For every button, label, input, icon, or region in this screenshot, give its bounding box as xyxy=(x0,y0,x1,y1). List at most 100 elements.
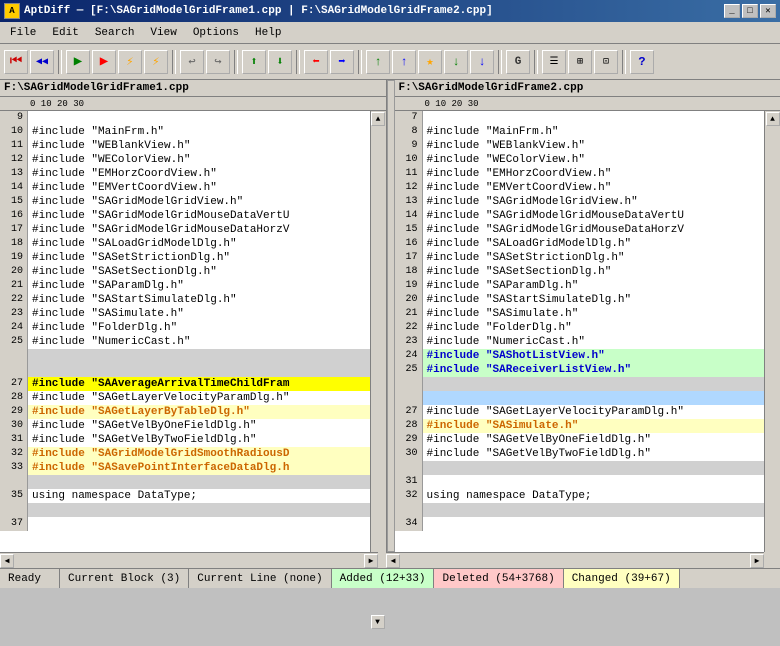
menu-help[interactable]: Help xyxy=(247,23,289,43)
table-row: 20#include "SASetSectionDlg.h" xyxy=(0,265,370,279)
line-content: #include "SAStartSimulateDlg.h" xyxy=(28,293,370,307)
scroll-up-btn[interactable]: ▲ xyxy=(371,112,385,126)
toolbar-btn-13[interactable]: ↑ xyxy=(366,50,390,74)
line-content: #include "SAStartSimulateDlg.h" xyxy=(423,293,765,307)
line-content: #include "SAGetLayerVelocityParamDlg.h" xyxy=(423,405,765,419)
toolbar-btn-6[interactable]: ⚡ xyxy=(144,50,168,74)
line-content: using namespace DataType; xyxy=(423,489,765,503)
line-content: #include "SAGetLayerVelocityParamDlg.h" xyxy=(28,391,370,405)
line-number: 29 xyxy=(0,405,28,419)
toolbar-btn-11[interactable]: ⬅ xyxy=(304,50,328,74)
status-block: Current Block (3) xyxy=(60,569,189,588)
line-content: #include "SALoadGridModelDlg.h" xyxy=(423,237,765,251)
line-content: #include "SASimulate.h" xyxy=(28,307,370,321)
toolbar-btn-17[interactable]: ↓ xyxy=(470,50,494,74)
table-row: 29#include "SAGetVelByOneFieldDlg.h" xyxy=(395,433,765,447)
line-number xyxy=(395,391,423,405)
menu-search[interactable]: Search xyxy=(87,23,143,43)
line-content: #include "SAGetVelByTwoFieldDlg.h" xyxy=(423,447,765,461)
table-row: 8#include "MainFrm.h" xyxy=(395,125,765,139)
line-content: #include "WEColorView.h" xyxy=(423,153,765,167)
panel-divider xyxy=(387,80,395,552)
right-vscroll[interactable]: ▲ xyxy=(764,111,780,552)
left-scroll-right-btn[interactable]: ▶ xyxy=(364,554,378,568)
toolbar-btn-7[interactable]: ↩ xyxy=(180,50,204,74)
line-number: 37 xyxy=(0,517,28,531)
status-deleted: Deleted (54+3768) xyxy=(434,569,563,588)
line-content xyxy=(28,363,370,377)
toolbar-btn-3[interactable]: ▶ xyxy=(66,50,90,74)
line-number: 31 xyxy=(395,475,423,489)
toolbar-btn-16[interactable]: ↓ xyxy=(444,50,468,74)
line-number: 14 xyxy=(395,209,423,223)
toolbar-btn-18[interactable]: G xyxy=(506,50,530,74)
line-content: #include "SASetStrictionDlg.h" xyxy=(28,251,370,265)
toolbar-btn-help[interactable]: ? xyxy=(630,50,654,74)
toolbar-btn-5[interactable]: ⚡ xyxy=(118,50,142,74)
toolbar-btn-view2[interactable]: ⊞ xyxy=(568,50,592,74)
table-row: 14#include "SAGridModelGridMouseDataVert… xyxy=(395,209,765,223)
line-number: 32 xyxy=(0,447,28,461)
line-number xyxy=(395,461,423,475)
left-hscroll[interactable]: ◀ ▶ xyxy=(0,552,378,568)
line-content: #include "SAParamDlg.h" xyxy=(423,279,765,293)
line-number: 18 xyxy=(0,237,28,251)
toolbar-btn-4[interactable]: ▶ xyxy=(92,50,116,74)
line-content xyxy=(423,391,765,405)
left-vscroll[interactable]: ▲ ▼ xyxy=(370,111,386,552)
line-content: #include "SAParamDlg.h" xyxy=(28,279,370,293)
line-content: #include "SAGridModelGridView.h" xyxy=(423,195,765,209)
toolbar-sep-7 xyxy=(534,50,538,74)
right-hscroll[interactable]: ◀ ▶ xyxy=(386,552,764,568)
table-row: 18#include "SALoadGridModelDlg.h" xyxy=(0,237,370,251)
toolbar-btn-1[interactable]: ⏮ xyxy=(4,50,28,74)
toolbar-btn-view3[interactable]: ⊡ xyxy=(594,50,618,74)
line-content: using namespace DataType; xyxy=(28,489,370,503)
table-row: 31 xyxy=(395,475,765,489)
table-row: 19#include "SASetStrictionDlg.h" xyxy=(0,251,370,265)
table-row: 30#include "SAGetVelByTwoFieldDlg.h" xyxy=(395,447,765,461)
line-content: #include "MainFrm.h" xyxy=(423,125,765,139)
toolbar-btn-view1[interactable]: ☰ xyxy=(542,50,566,74)
line-content: #include "SASetSectionDlg.h" xyxy=(423,265,765,279)
line-content: #include "SALoadGridModelDlg.h" xyxy=(28,237,370,251)
line-number: 13 xyxy=(395,195,423,209)
panels-row: F:\SAGridModelGridFrame1.cpp 0 10 20 30 … xyxy=(0,80,780,552)
table-row: 22#include "SAStartSimulateDlg.h" xyxy=(0,293,370,307)
table-row: 20#include "SAStartSimulateDlg.h" xyxy=(395,293,765,307)
table-row: 15#include "SAGridModelGridMouseDataHorz… xyxy=(395,223,765,237)
toolbar-sep-5 xyxy=(358,50,362,74)
title-text: AptDiff — [F:\SAGridModelGridFrame1.cpp … xyxy=(24,5,493,17)
h-scroll-row: ◀ ▶ ◀ ▶ xyxy=(0,552,780,568)
right-scroll-up-btn[interactable]: ▲ xyxy=(766,112,780,126)
menu-view[interactable]: View xyxy=(142,23,184,43)
right-scroll-right-btn[interactable]: ▶ xyxy=(750,554,764,568)
toolbar-btn-10[interactable]: ⬇ xyxy=(268,50,292,74)
toolbar-btn-2[interactable]: ◀◀ xyxy=(30,50,54,74)
menu-file[interactable]: File xyxy=(2,23,44,43)
minimize-button[interactable]: _ xyxy=(724,4,740,18)
toolbar-btn-15[interactable]: ★ xyxy=(418,50,442,74)
close-button[interactable]: ✕ xyxy=(760,4,776,18)
menu-options[interactable]: Options xyxy=(185,23,247,43)
line-content xyxy=(423,475,765,489)
menu-edit[interactable]: Edit xyxy=(44,23,86,43)
table-row: 13#include "EMHorzCoordView.h" xyxy=(0,167,370,181)
maximize-button[interactable]: □ xyxy=(742,4,758,18)
toolbar-btn-14[interactable]: ↑ xyxy=(392,50,416,74)
left-scroll-left-btn[interactable]: ◀ xyxy=(0,554,14,568)
toolbar-btn-8[interactable]: ↪ xyxy=(206,50,230,74)
toolbar-sep-2 xyxy=(172,50,176,74)
line-number: 12 xyxy=(0,153,28,167)
toolbar-btn-12[interactable]: ➡ xyxy=(330,50,354,74)
table-row: 31#include "SAGetVelByTwoFieldDlg.h" xyxy=(0,433,370,447)
table-row: 17#include "SASetStrictionDlg.h" xyxy=(395,251,765,265)
line-number: 28 xyxy=(0,391,28,405)
right-scroll-left-btn[interactable]: ◀ xyxy=(386,554,400,568)
line-content: #include "SASimulate.h" xyxy=(423,307,765,321)
line-number: 33 xyxy=(0,461,28,475)
line-content: #include "FolderDlg.h" xyxy=(423,321,765,335)
line-content xyxy=(423,517,765,531)
toolbar-btn-9[interactable]: ⬆ xyxy=(242,50,266,74)
line-number: 19 xyxy=(395,279,423,293)
